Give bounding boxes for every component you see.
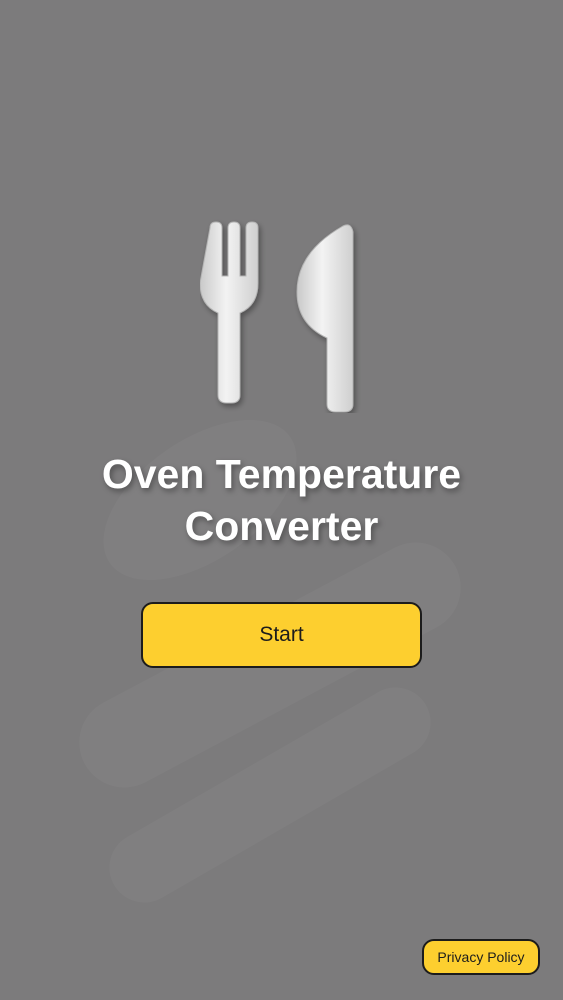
fork-and-knife-icon <box>200 221 354 413</box>
app-title-line-1: Oven Temperature <box>101 451 462 497</box>
app-title-line-2: Converter <box>184 503 379 549</box>
privacy-policy-button[interactable]: Privacy Policy <box>422 939 540 975</box>
start-button[interactable]: Start <box>141 602 422 668</box>
splash-screen: Oven Temperature Converter Start Privacy… <box>0 0 563 1000</box>
app-title: Oven Temperature Converter <box>0 448 563 552</box>
